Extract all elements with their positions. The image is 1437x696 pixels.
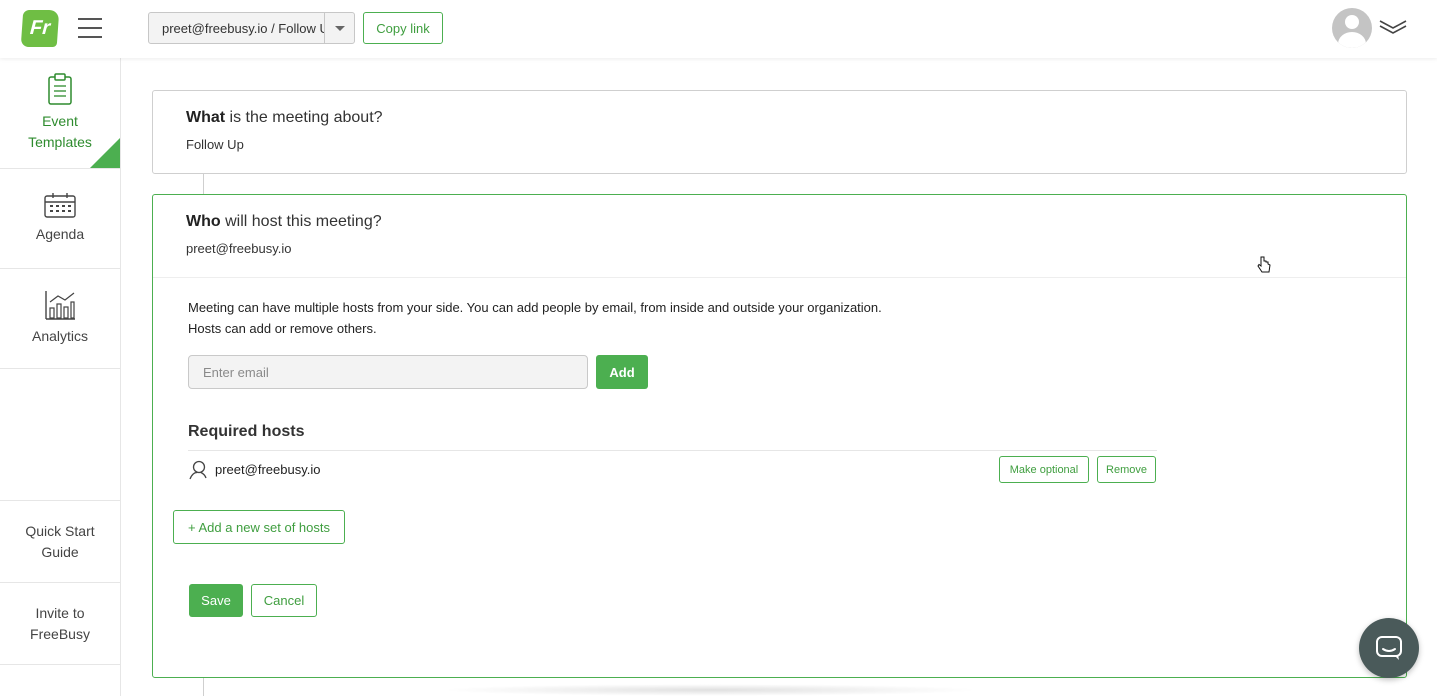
freebusy-logo[interactable]: Fr bbox=[20, 10, 60, 47]
section-connector bbox=[203, 678, 204, 696]
add-host-button[interactable]: Add bbox=[596, 355, 648, 389]
booking-link-select[interactable]: preet@freebusy.io / Follow Up bbox=[148, 12, 355, 44]
sidebar-item-label: Invite to FreeBusy bbox=[30, 604, 90, 642]
remove-host-button[interactable]: Remove bbox=[1097, 456, 1156, 483]
divider bbox=[153, 277, 1406, 278]
cancel-button[interactable]: Cancel bbox=[251, 584, 317, 617]
sidebar-item-label: Event Templates bbox=[28, 113, 92, 150]
what-section-title: What is the meeting about? bbox=[186, 109, 383, 126]
person-icon bbox=[189, 460, 207, 480]
host-email: preet@freebusy.io bbox=[215, 462, 321, 477]
who-section-value: preet@freebusy.io bbox=[186, 241, 292, 256]
sidebar-item-label: Quick Start Guide bbox=[25, 522, 95, 560]
hosts-description: Meeting can have multiple hosts from you… bbox=[188, 300, 882, 336]
logo-text: Fr bbox=[29, 17, 51, 39]
bar-chart-icon bbox=[45, 291, 75, 320]
what-section-value: Follow Up bbox=[186, 137, 244, 152]
user-avatar[interactable] bbox=[1332, 8, 1372, 48]
who-section-card: Who will host this meeting? preet@freebu… bbox=[152, 194, 1407, 678]
hamburger-menu-icon[interactable] bbox=[78, 18, 102, 38]
top-bar: Fr preet@freebusy.io / Follow Up Copy li… bbox=[0, 0, 1437, 58]
add-host-set-button[interactable]: + Add a new set of hosts bbox=[173, 510, 345, 544]
active-indicator bbox=[90, 138, 120, 168]
what-section-card[interactable]: What is the meeting about? Follow Up bbox=[152, 90, 1407, 174]
sidebar-item-label: Analytics bbox=[31, 328, 89, 344]
clipboard-icon bbox=[48, 73, 72, 105]
host-row: preet@freebusy.io Make optional Remove bbox=[188, 450, 1157, 486]
who-section-title: Who will host this meeting? bbox=[186, 213, 382, 230]
chat-launcher-button[interactable] bbox=[1359, 618, 1419, 678]
sidebar-item-quick-start-guide[interactable]: Quick Start Guide bbox=[0, 500, 120, 583]
calendar-icon bbox=[44, 193, 76, 218]
section-connector bbox=[203, 174, 204, 194]
copy-link-button[interactable]: Copy link bbox=[363, 12, 443, 44]
host-email-input[interactable] bbox=[188, 355, 588, 389]
hand-cursor-icon bbox=[1257, 256, 1271, 273]
sidebar-item-label: Agenda bbox=[35, 226, 85, 242]
booking-link-value: preet@freebusy.io / Follow Up bbox=[162, 20, 324, 36]
save-button[interactable]: Save bbox=[189, 584, 243, 617]
make-optional-button[interactable]: Make optional bbox=[999, 456, 1089, 483]
sidebar: Event Templates Agenda Analytics Quick S… bbox=[0, 58, 121, 696]
scroll-shadow bbox=[440, 684, 980, 696]
sidebar-item-agenda[interactable]: Agenda bbox=[0, 169, 120, 269]
double-chevron-down-icon[interactable] bbox=[1379, 18, 1407, 36]
required-hosts-title: Required hosts bbox=[188, 423, 305, 440]
sidebar-item-invite[interactable]: Invite to FreeBusy bbox=[0, 583, 120, 665]
sidebar-item-event-templates[interactable]: Event Templates bbox=[0, 58, 120, 169]
sidebar-item-analytics[interactable]: Analytics bbox=[0, 269, 120, 369]
chevron-down-icon[interactable] bbox=[324, 13, 354, 43]
chat-icon bbox=[1376, 636, 1402, 660]
